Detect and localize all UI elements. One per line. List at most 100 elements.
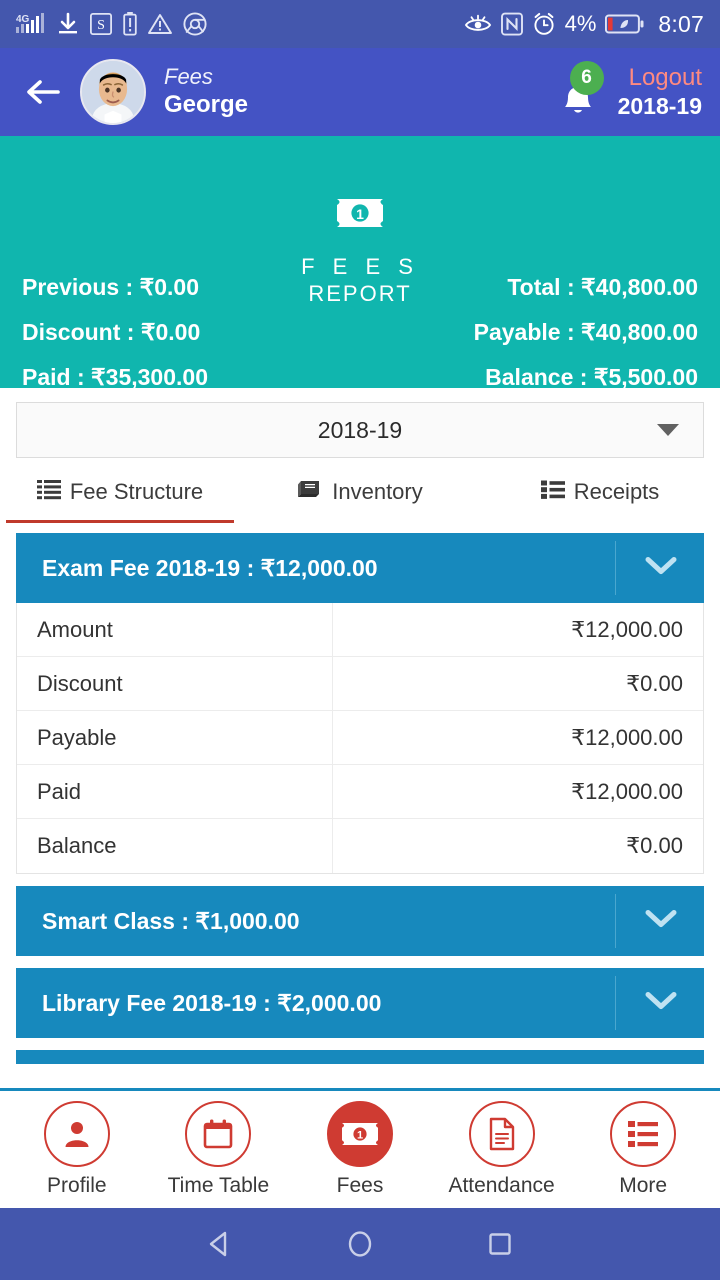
tab-inventory-label: Inventory (332, 478, 423, 504)
battery-icon (605, 13, 645, 35)
fee-card-header[interactable]: Library Fee 2018-19 : ₹2,000.00 (16, 968, 704, 1038)
signal-icon: 4G (16, 11, 46, 37)
row-label: Balance (17, 819, 333, 873)
header-divider (615, 894, 616, 948)
bottom-navigation: Profile Time Table 1 Fees Attendance Mor… (0, 1088, 720, 1208)
system-recents-button[interactable] (477, 1221, 523, 1267)
person-icon (43, 1101, 110, 1167)
nav-item-fees[interactable]: 1 Fees (294, 1101, 426, 1198)
summary-balance-label: Balance (485, 364, 574, 390)
nav-item-time-table[interactable]: Time Table (152, 1101, 284, 1198)
year-select-container: 2018-19 (0, 388, 720, 458)
report-title: F E E S REPORT (301, 254, 419, 308)
row-value: ₹12,000.00 (571, 724, 683, 750)
nav-item-attendance[interactable]: Attendance (436, 1101, 568, 1198)
book-icon (297, 478, 323, 505)
header-divider (615, 976, 616, 1030)
screen-label: Fees (164, 64, 213, 90)
nav-item-profile[interactable]: Profile (11, 1101, 143, 1198)
summary-payable-label: Payable (473, 319, 561, 345)
fee-card: Library Fee 2018-19 : ₹2,000.00 (16, 968, 704, 1038)
summary-paid-label: Paid (22, 364, 71, 390)
tab-fee-structure[interactable]: Fee Structure (0, 478, 240, 523)
chevron-down-icon[interactable] (644, 990, 678, 1017)
banknote-icon: 1 (326, 1101, 393, 1167)
clock-time: 8:07 (658, 10, 704, 37)
summary-previous-label: Previous (22, 274, 120, 300)
chevron-down-icon[interactable] (644, 555, 678, 582)
battery-percent: 4% (564, 11, 597, 36)
summary-total: Total : ₹40,800.00 (507, 274, 698, 300)
tab-fee-structure-label: Fee Structure (69, 478, 204, 504)
eye-care-icon (464, 13, 492, 35)
notification-badge: 6 (569, 61, 604, 95)
banknote-icon: 1 (336, 196, 384, 235)
svg-text:1: 1 (357, 1130, 363, 1142)
fee-card-title: Exam Fee 2018-19 : ₹12,000.00 (42, 554, 378, 581)
header-actions: 6 Logout 2018-19 (552, 61, 702, 123)
fees-tabs: Fee Structure Inventory Receipts (0, 458, 720, 523)
summary-discount-label: Discount (22, 319, 121, 345)
fee-structure-list: Exam Fee 2018-19 : ₹12,000.00 Amount ₹12… (0, 523, 720, 1088)
list-lines-icon (36, 478, 61, 505)
summary-balance: Balance : ₹5,500.00 (485, 364, 698, 390)
header-titles: Fees George (164, 65, 248, 119)
session-year-label: 2018-19 (617, 93, 702, 120)
report-title-line2: REPORT (308, 280, 412, 306)
academic-year-value: 2018-19 (317, 416, 403, 443)
nav-item-time-table-label: Time Table (167, 1174, 270, 1197)
fee-card-header[interactable]: Exam Fee 2018-19 : ₹12,000.00 (16, 533, 704, 603)
s-app-icon: S (90, 13, 112, 35)
nav-item-profile-label: Profile (47, 1174, 107, 1197)
alarm-icon (532, 12, 556, 36)
logout-button[interactable]: Logout (618, 64, 702, 92)
android-status-bar: 4G S 4% 8:07 (0, 0, 720, 48)
row-value: ₹12,000.00 (571, 778, 683, 804)
tab-inventory[interactable]: Inventory (240, 478, 480, 523)
summary-left-column: Previous : ₹0.00 Discount : ₹0.00 Paid :… (22, 274, 208, 391)
document-icon (468, 1101, 535, 1167)
list-bullets-icon (610, 1101, 677, 1167)
nav-item-more[interactable]: More (577, 1101, 709, 1198)
summary-paid: Paid : ₹35,300.00 (22, 364, 208, 390)
table-row: Amount ₹12,000.00 (17, 603, 703, 657)
status-icons-right: 4% 8:07 (464, 11, 704, 38)
chevron-down-icon (657, 424, 679, 436)
summary-total-value: ₹40,800.00 (581, 274, 698, 300)
android-system-nav (0, 1208, 720, 1280)
fee-card-header[interactable]: Smart Class : ₹1,000.00 (16, 886, 704, 956)
status-icons-left: 4G S (16, 11, 207, 37)
academic-year-dropdown[interactable]: 2018-19 (16, 402, 704, 458)
battery-alert-icon (123, 12, 137, 36)
tab-receipts-label: Receipts (573, 478, 660, 504)
system-home-button[interactable] (337, 1221, 383, 1267)
fee-card-table: Amount ₹12,000.00 Discount ₹0.00 Payable… (16, 603, 704, 874)
list-bullets-icon (540, 478, 565, 505)
table-row: Discount ₹0.00 (17, 657, 703, 711)
nfc-icon (500, 12, 523, 36)
student-avatar[interactable] (80, 59, 146, 125)
report-title-line1: F E E S (301, 254, 419, 279)
chevron-down-icon[interactable] (644, 908, 678, 935)
nav-item-fees-label: Fees (336, 1174, 384, 1197)
fee-card-title: Library Fee 2018-19 : ₹2,000.00 (42, 989, 382, 1016)
summary-discount-value: ₹0.00 (140, 319, 201, 345)
notifications-button[interactable]: 6 (552, 61, 604, 123)
table-row: Payable ₹12,000.00 (17, 711, 703, 765)
back-button[interactable] (22, 72, 64, 112)
download-icon (57, 12, 79, 36)
system-back-button[interactable] (197, 1221, 243, 1267)
fee-card-partial[interactable] (16, 1050, 704, 1064)
nav-item-attendance-label: Attendance (448, 1174, 555, 1197)
fee-card: Smart Class : ₹1,000.00 (16, 886, 704, 956)
summary-payable: Payable : ₹40,800.00 (473, 319, 698, 345)
summary-previous-value: ₹0.00 (139, 274, 200, 300)
tab-receipts[interactable]: Receipts (480, 478, 720, 523)
svg-text:1: 1 (356, 206, 364, 222)
header-divider (615, 541, 616, 595)
row-label: Amount (17, 603, 333, 656)
summary-balance-value: ₹5,500.00 (593, 364, 698, 390)
app-screen: 4G S 4% 8:07 Fees George 6 Logout 2018-1… (0, 0, 720, 1280)
table-row: Paid ₹12,000.00 (17, 765, 703, 819)
table-row: Balance ₹0.00 (17, 819, 703, 873)
